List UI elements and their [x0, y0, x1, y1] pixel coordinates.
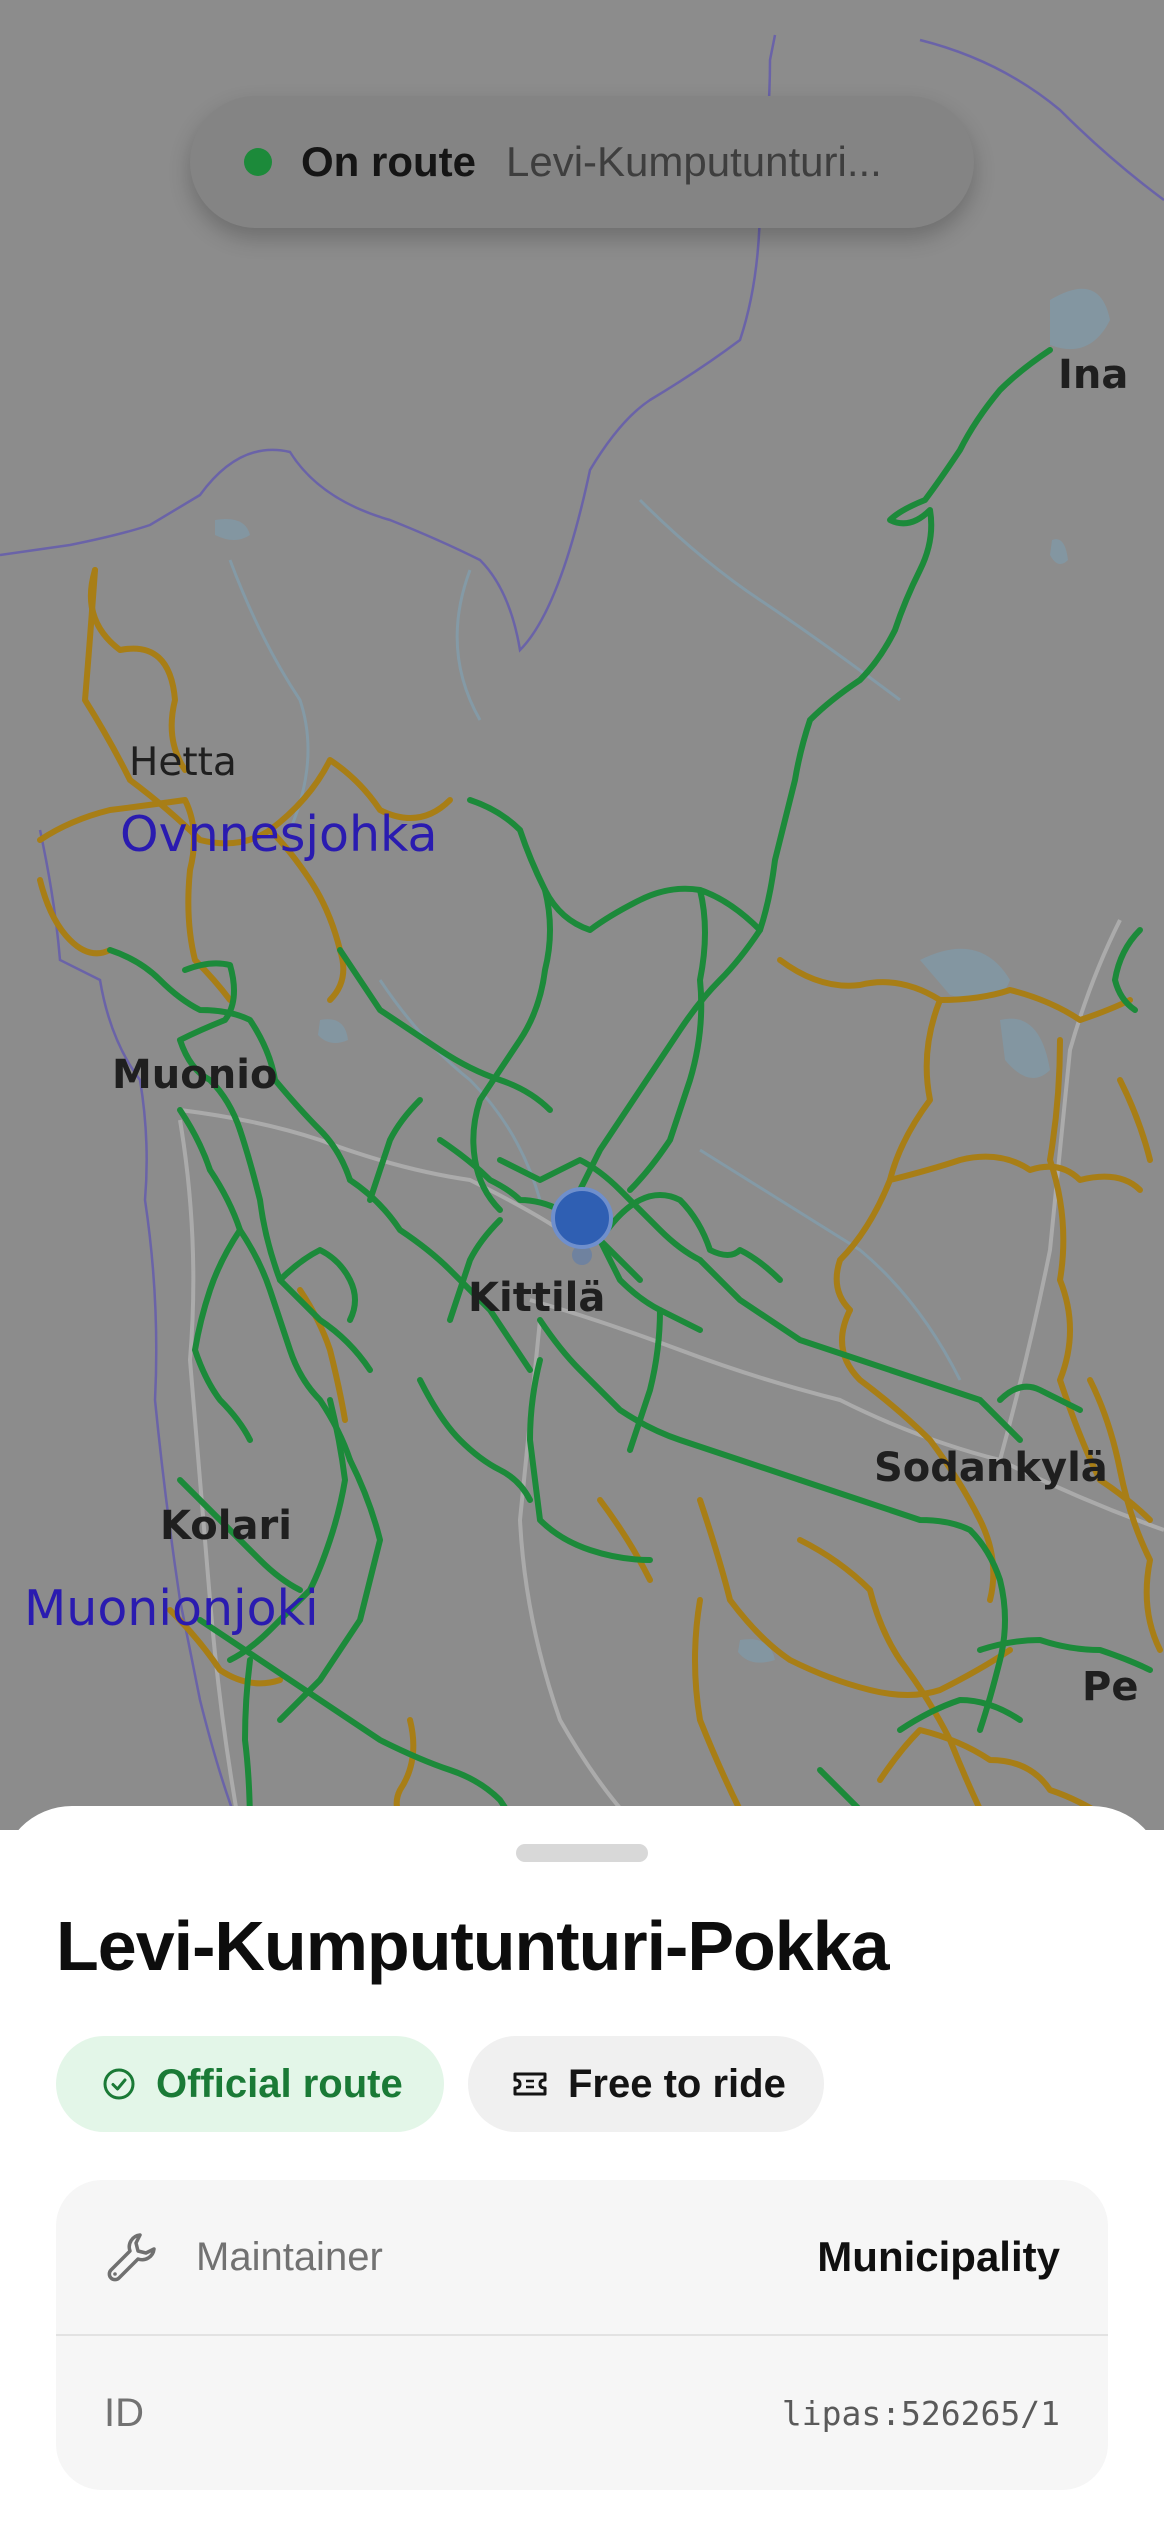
sheet-drag-handle[interactable] [516, 1844, 648, 1862]
water-label-ovnnesjohka: Ovnnesjohka [120, 806, 438, 863]
maintainer-label: Maintainer [196, 2234, 383, 2279]
place-label-inari: Ina [1058, 352, 1129, 398]
official-route-label: Official route [156, 2061, 403, 2106]
route-details-card: Maintainer Municipality ID lipas:526265/… [56, 2180, 1108, 2490]
place-label-kolari: Kolari [160, 1503, 292, 1549]
official-route-badge: Official route [56, 2036, 444, 2132]
place-label-hetta: Hetta [129, 740, 237, 785]
free-to-ride-badge: Free to ride [468, 2036, 824, 2132]
route-name-label: Levi-Kumputunturi... [506, 138, 882, 185]
location-marker[interactable] [551, 1187, 613, 1265]
place-label-sodankyla: Sodankylä [874, 1445, 1108, 1491]
check-circle-icon [102, 2067, 136, 2101]
wrench-icon [104, 2229, 160, 2285]
free-to-ride-label: Free to ride [568, 2061, 786, 2106]
id-row: ID lipas:526265/1 [56, 2336, 1108, 2490]
route-title: Levi-Kumputunturi-Pokka [56, 1907, 890, 1985]
maintainer-row: Maintainer Municipality [56, 2180, 1108, 2334]
place-label-kittila: Kittilä [468, 1275, 606, 1321]
id-value[interactable]: lipas:526265/1 [782, 2394, 1060, 2433]
maintainer-value: Municipality [817, 2233, 1060, 2280]
place-label-muonio: Muonio [112, 1052, 278, 1098]
map-view[interactable]: Hetta Ovnnesjohka Muonio Kittilä Kolari … [0, 0, 1164, 1830]
place-label-pelkosenniemi: Pe [1082, 1664, 1139, 1710]
id-label: ID [104, 2390, 144, 2435]
water-label-muonionjoki: Muonionjoki [24, 1580, 319, 1637]
route-status-label: On route [301, 138, 476, 185]
status-dot [244, 148, 272, 176]
map-canvas[interactable] [0, 0, 1164, 1830]
route-status-pill[interactable]: On route Levi-Kumputunturi... [190, 96, 974, 228]
ticket-icon [512, 2070, 548, 2098]
route-details-sheet[interactable]: Levi-Kumputunturi-Pokka Official route F… [0, 1806, 1164, 2526]
